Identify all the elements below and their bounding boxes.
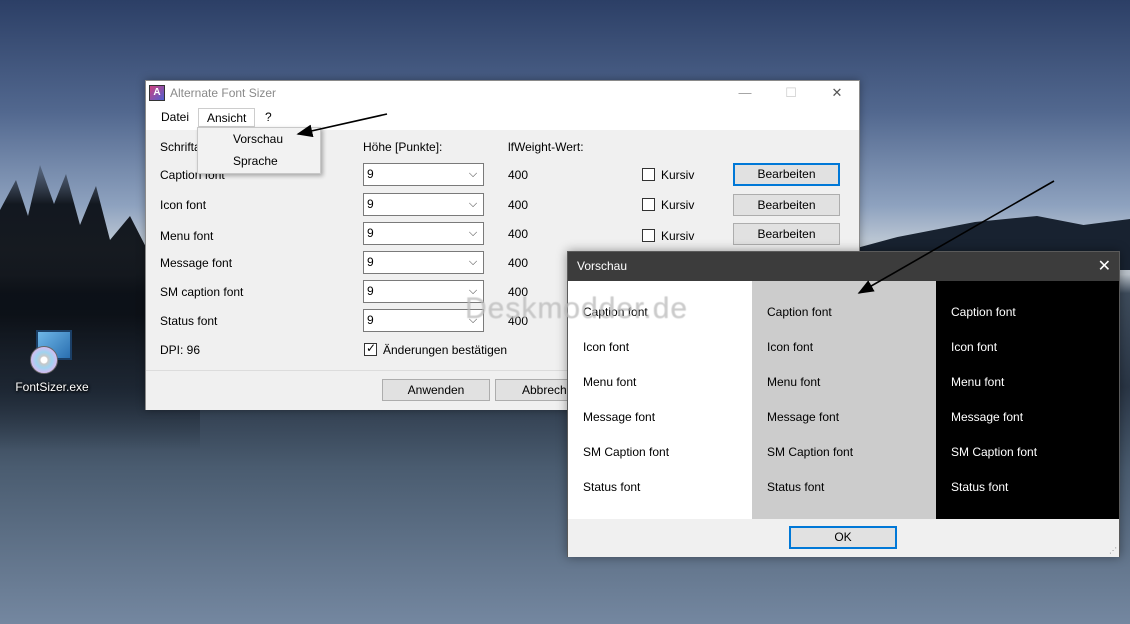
font-size-value: 9	[367, 255, 374, 269]
maximize-button[interactable]: ☐	[780, 83, 802, 103]
menu-datei[interactable]: Datei	[153, 108, 197, 127]
resize-grip-icon[interactable]: ⋰	[1109, 546, 1117, 555]
weight-value: 400	[508, 227, 529, 241]
font-size-value: 9	[367, 313, 374, 327]
preview-button-bar: OK ⋰	[568, 519, 1119, 557]
chevron-down-icon: ⌵	[468, 256, 478, 268]
preview-font-sample: Menu font	[583, 375, 637, 389]
preview-column-gray: Caption font Icon font Menu font Message…	[752, 281, 936, 519]
font-size-select[interactable]: 9 ⌵	[363, 251, 484, 274]
preview-font-sample: Icon font	[583, 340, 630, 354]
row-label: Icon font	[160, 198, 207, 212]
installer-icon	[28, 328, 76, 376]
preview-font-sample: Caption font	[951, 305, 1016, 319]
confirm-checkbox[interactable]: ✓	[364, 341, 377, 356]
weight-value: 400	[508, 168, 529, 182]
checkmark-icon: ✓	[366, 341, 377, 355]
font-column-header: Schrifta	[160, 140, 201, 154]
menu-item-sprache[interactable]: Sprache	[233, 154, 278, 168]
menu-help[interactable]: ?	[257, 108, 280, 127]
preview-font-sample: SM Caption font	[951, 445, 1038, 459]
preview-title: Vorschau	[577, 259, 628, 273]
row-label: SM caption font	[160, 285, 244, 299]
font-size-value: 9	[367, 197, 374, 211]
weight-value: 400	[508, 256, 529, 270]
preview-font-sample: Status font	[583, 480, 641, 494]
preview-font-sample: Message font	[583, 410, 656, 424]
italic-checkbox[interactable]	[642, 168, 655, 181]
edit-button[interactable]: Bearbeiten	[733, 163, 840, 186]
apply-button[interactable]: Anwenden	[382, 379, 490, 401]
chevron-down-icon: ⌵	[468, 198, 478, 210]
preview-column-dark: Caption font Icon font Menu font Message…	[936, 281, 1119, 519]
row-label: Message font	[160, 256, 233, 270]
preview-font-sample: Message font	[767, 410, 840, 424]
chevron-down-icon: ⌵	[468, 227, 478, 239]
italic-checkbox[interactable]	[642, 229, 655, 242]
italic-label: Kursiv	[661, 229, 695, 243]
preview-font-sample: Message font	[951, 410, 1024, 424]
dpi-label: DPI: 96	[160, 343, 201, 357]
font-size-select[interactable]: 9 ⌵	[363, 163, 484, 186]
weight-value: 400	[508, 198, 529, 212]
preview-font-sample: Caption font	[767, 305, 832, 319]
menu-item-vorschau[interactable]: Vorschau	[233, 132, 283, 146]
preview-close-button[interactable]: ✕	[1098, 256, 1111, 276]
font-size-value: 9	[367, 226, 374, 240]
preview-font-sample: Menu font	[767, 375, 821, 389]
preview-font-sample: Status font	[767, 480, 825, 494]
preview-font-sample: Menu font	[951, 375, 1005, 389]
row-label: Status font	[160, 314, 218, 328]
preview-font-sample: Icon font	[767, 340, 814, 354]
minimize-button[interactable]: —	[734, 83, 756, 103]
desktop-icon-label: FontSizer.exe	[15, 380, 89, 394]
font-size-value: 9	[367, 167, 374, 181]
weight-column-header: lfWeight-Wert:	[508, 140, 584, 154]
ansicht-dropdown-menu: Vorschau Sprache	[197, 127, 321, 174]
preview-font-sample: SM Caption font	[583, 445, 670, 459]
row-label: Menu font	[160, 229, 214, 243]
title-bar[interactable]: A Alternate Font Sizer — ☐ ✕	[146, 81, 859, 105]
confirm-label: Änderungen bestätigen	[383, 343, 508, 357]
preview-title-bar[interactable]: Vorschau ✕	[568, 252, 1119, 281]
edit-button[interactable]: Bearbeiten	[733, 194, 840, 216]
ok-button[interactable]: OK	[789, 526, 897, 549]
preview-font-sample: Icon font	[951, 340, 998, 354]
window-title: Alternate Font Sizer	[170, 86, 277, 100]
app-icon: A	[149, 85, 165, 101]
font-size-select[interactable]: 9 ⌵	[363, 193, 484, 216]
watermark: Deskmodder.de	[465, 292, 689, 325]
edit-button[interactable]: Bearbeiten	[733, 223, 840, 245]
height-column-header: Höhe [Punkte]:	[363, 140, 443, 154]
font-size-value: 9	[367, 284, 374, 298]
italic-label: Kursiv	[661, 168, 695, 182]
close-button[interactable]: ✕	[826, 83, 848, 103]
desktop-icon-fontsizer[interactable]: FontSizer.exe	[14, 328, 90, 394]
italic-checkbox[interactable]	[642, 198, 655, 211]
font-size-select[interactable]: 9 ⌵	[363, 222, 484, 245]
italic-label: Kursiv	[661, 198, 695, 212]
preview-font-sample: Status font	[951, 480, 1009, 494]
preview-font-sample: SM Caption font	[767, 445, 854, 459]
chevron-down-icon: ⌵	[468, 168, 478, 180]
menu-ansicht[interactable]: Ansicht	[198, 108, 256, 127]
